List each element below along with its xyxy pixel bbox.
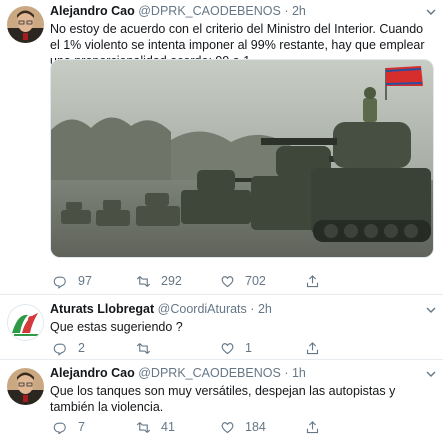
tweet-3[interactable]: Alejandro Cao @DPRK_CAODEBENOS · 1h Que … (0, 360, 443, 434)
reply-count: 2 (78, 341, 85, 355)
separator-dot: · (250, 302, 255, 316)
tweet-header: Alejandro Cao @DPRK_CAODEBENOS · 1h (50, 366, 435, 381)
reply-icon (53, 276, 66, 289)
share-button[interactable] (305, 272, 330, 290)
like-button[interactable]: 184 (220, 418, 266, 434)
like-button[interactable]: 1 (220, 339, 252, 357)
reply-button[interactable]: 7 (53, 418, 85, 434)
tweet-time[interactable]: 2h (258, 302, 272, 316)
reply-icon (53, 422, 66, 434)
avatar[interactable] (7, 6, 44, 43)
retweet-icon (136, 342, 151, 354)
chevron-down-icon[interactable] (425, 368, 437, 380)
tweet-media-image[interactable] (50, 59, 434, 258)
tweet-time[interactable]: 2h (292, 4, 306, 18)
like-icon (221, 275, 234, 287)
like-button[interactable]: 702 (220, 272, 266, 290)
retweet-button[interactable] (136, 339, 161, 357)
like-icon (221, 342, 234, 354)
tweet-header: Alejandro Cao @DPRK_CAODEBENOS · 2h (50, 4, 435, 19)
reply-count: 97 (78, 274, 92, 288)
tweet-2[interactable]: Aturats Llobregat @CoordiAturats · 2h Qu… (0, 295, 443, 357)
author-handle[interactable]: @DPRK_CAODEBENOS (138, 4, 281, 18)
tweet-text: Que los tanques son muy versátiles, desp… (50, 384, 396, 414)
tweet-header: Aturats Llobregat @CoordiAturats · 2h (50, 302, 435, 317)
separator-dot: · (284, 366, 289, 380)
like-count: 702 (245, 274, 266, 288)
retweet-icon (136, 275, 151, 287)
share-button[interactable] (305, 418, 330, 434)
share-icon (306, 341, 319, 354)
chevron-down-icon[interactable] (425, 304, 437, 316)
tweet-actions: 7 41 184 (50, 418, 390, 434)
tweet-text: Que estas sugeriendo ? (50, 320, 183, 334)
share-button[interactable] (305, 339, 330, 357)
reply-button[interactable]: 2 (53, 339, 85, 357)
tweet-content: Aturats Llobregat @CoordiAturats · 2h Qu… (50, 302, 435, 335)
author-name[interactable]: Alejandro Cao (50, 4, 135, 18)
tweet-content: Alejandro Cao @DPRK_CAODEBENOS · 1h Que … (50, 366, 435, 415)
like-icon (221, 421, 234, 433)
author-handle[interactable]: @DPRK_CAODEBENOS (138, 366, 281, 380)
retweet-button[interactable]: 41 (136, 418, 175, 434)
reply-count: 7 (78, 420, 85, 434)
author-name[interactable]: Alejandro Cao (50, 366, 135, 380)
separator-dot: · (284, 4, 289, 18)
avatar[interactable] (7, 304, 44, 341)
share-icon (306, 274, 319, 287)
like-count: 1 (245, 341, 252, 355)
retweet-count: 292 (161, 274, 182, 288)
like-count: 184 (245, 420, 266, 434)
tweet-actions: 2 1 (50, 339, 390, 357)
tweet-1[interactable]: Alejandro Cao @DPRK_CAODEBENOS · 2h No e… (0, 0, 443, 294)
retweet-button[interactable]: 292 (136, 272, 182, 290)
author-handle[interactable]: @CoordiAturats (158, 302, 247, 316)
chevron-down-icon[interactable] (425, 6, 437, 18)
retweet-icon (136, 421, 151, 433)
reply-button[interactable]: 97 (53, 272, 92, 290)
avatar[interactable] (7, 368, 44, 405)
reply-icon (53, 343, 66, 356)
retweet-count: 41 (161, 420, 175, 434)
share-icon (306, 420, 319, 433)
tweet-actions: 97 292 702 (50, 272, 390, 290)
tweet-time[interactable]: 1h (292, 366, 306, 380)
author-name[interactable]: Aturats Llobregat (50, 302, 154, 316)
